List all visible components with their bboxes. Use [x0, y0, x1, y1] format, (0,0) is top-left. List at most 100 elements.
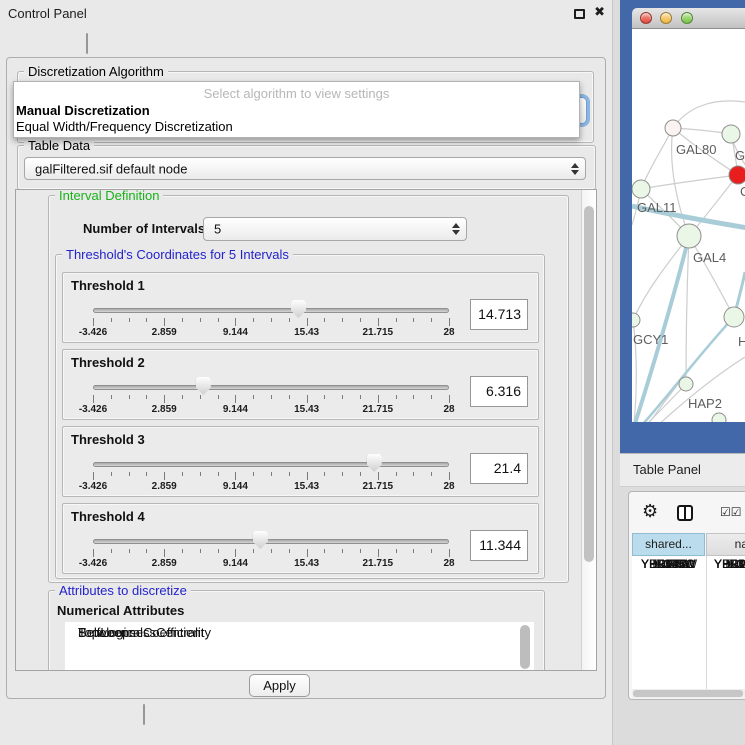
dropdown-item-manual-discretization[interactable]: Manual Discretization: [16, 103, 150, 118]
column-header-shared-name[interactable]: shared...: [632, 533, 705, 556]
settings-scroll-viewport: Interval Definition Number of Intervals …: [15, 189, 597, 671]
tick-label: 28: [443, 481, 454, 492]
interval-definition-group: Interval Definition Number of Intervals …: [48, 195, 569, 583]
tick-label: 2.859: [152, 404, 177, 415]
edge-path[interactable]: [689, 236, 734, 317]
tick-mark: [129, 318, 130, 322]
number-of-intervals-combobox[interactable]: 5: [203, 217, 467, 241]
tick-mark: [253, 318, 254, 322]
tick-label: 21.715: [363, 481, 394, 492]
tick-mark: [342, 472, 343, 476]
threshold-value-field[interactable]: 6.316: [470, 376, 528, 407]
dropdown-placeholder-item[interactable]: Select algorithm to view settings: [14, 86, 579, 101]
numerical-attributes-list: SelfLoopsTopologicalCoefficientBetweenne…: [65, 622, 534, 671]
tick-mark: [431, 549, 432, 553]
tick-mark: [235, 318, 236, 326]
tick-mark: [342, 549, 343, 553]
vertical-scrollbar[interactable]: [581, 190, 596, 670]
node-label: GCY1: [633, 332, 668, 347]
close-icon[interactable]: ✖: [594, 4, 605, 20]
dropdown-item-equal-width-frequency[interactable]: Equal Width/Frequency Discretization: [16, 119, 233, 134]
tick-mark: [449, 318, 450, 326]
tick-label: 9.144: [223, 404, 248, 415]
tab-impute-data[interactable]: Impute Data: [144, 705, 145, 720]
slider-track[interactable]: [93, 308, 449, 313]
horizontal-scrollbar[interactable]: [632, 689, 745, 698]
tick-mark: [271, 395, 272, 399]
vertical-scrollbar-thumb[interactable]: [584, 206, 594, 562]
tab-infer-network[interactable]: Infer Network: [144, 705, 145, 720]
split-view-icon[interactable]: [677, 505, 693, 521]
minimize-traffic-light-icon[interactable]: [660, 12, 672, 24]
slider-tick-labels: -3.4262.8599.14415.4321.71528: [93, 481, 450, 493]
tick-mark: [93, 318, 94, 326]
apply-button[interactable]: Apply: [249, 674, 310, 697]
slider-handle[interactable]: [367, 454, 382, 472]
gear-icon[interactable]: ⚙: [642, 501, 658, 522]
cell-name: YIL0: [714, 557, 739, 571]
threshold-label: Threshold 2: [71, 355, 145, 370]
slider-handle[interactable]: [253, 531, 268, 549]
node-label: GAL4: [693, 250, 726, 265]
slider-track[interactable]: [93, 539, 449, 544]
tick-mark: [182, 549, 183, 553]
edge-path[interactable]: [633, 236, 689, 320]
tab-jactivemnodules[interactable]: jActiveMNodules: [87, 34, 88, 49]
attribute-list-item[interactable]: BetweennessCentrality: [65, 624, 211, 641]
column-header-name[interactable]: na: [706, 533, 745, 556]
slider-handle[interactable]: [291, 300, 306, 318]
tick-mark: [253, 472, 254, 476]
network-node[interactable]: [665, 120, 681, 136]
network-node[interactable]: [632, 313, 640, 327]
highlighted-edge-path[interactable]: [632, 236, 689, 422]
tick-label: -3.426: [79, 481, 107, 492]
network-node[interactable]: [724, 307, 744, 327]
tab-discretize-data[interactable]: Discretize Data: [144, 705, 145, 720]
tick-mark: [129, 472, 130, 476]
number-of-intervals-label: Number of Intervals: [83, 221, 205, 236]
edge-path[interactable]: [673, 101, 745, 128]
tab-cyni-toolbox[interactable]: Cyni Toolbox: [87, 34, 88, 49]
tick-mark: [235, 549, 236, 557]
tick-mark: [164, 395, 165, 403]
node-label: HAP2: [688, 396, 722, 411]
network-node[interactable]: [722, 125, 740, 143]
threshold-value-field[interactable]: 21.4: [470, 453, 528, 484]
edge-path[interactable]: [641, 175, 738, 189]
network-node[interactable]: [677, 224, 701, 248]
tick-mark: [378, 549, 379, 557]
slider-handle[interactable]: [196, 377, 211, 395]
network-window-titlebar[interactable]: [632, 8, 745, 29]
list-scrollbar-thumb[interactable]: [520, 625, 530, 669]
tick-mark: [413, 318, 414, 322]
network-node[interactable]: [679, 377, 693, 391]
table-data-combobox[interactable]: galFiltered.sif default node: [24, 157, 586, 180]
node-label: C: [740, 184, 745, 199]
network-canvas[interactable]: GAL80GACGAL11GAL4GCY1HHAP2: [632, 29, 745, 422]
threshold-value-field[interactable]: 11.344: [470, 530, 528, 561]
edge-path[interactable]: [686, 236, 689, 384]
select-columns-checkboxes-icon[interactable]: ☑☑: [720, 505, 742, 519]
tab-style[interactable]: Style: [87, 34, 88, 49]
tick-mark: [218, 549, 219, 553]
tab-network[interactable]: Network: [87, 34, 88, 49]
float-window-icon[interactable]: [574, 9, 585, 19]
tick-label: 15.43: [294, 481, 319, 492]
tab-select[interactable]: Select: [87, 34, 88, 49]
tick-mark: [93, 472, 94, 480]
slider-track[interactable]: [93, 462, 449, 467]
tick-mark: [271, 549, 272, 553]
tick-mark: [182, 395, 183, 399]
horizontal-scrollbar-thumb[interactable]: [633, 690, 743, 697]
tick-label: 28: [443, 558, 454, 569]
slider-track[interactable]: [93, 385, 449, 390]
network-node[interactable]: [729, 166, 745, 184]
tick-mark: [289, 318, 290, 322]
network-node[interactable]: [632, 180, 650, 198]
network-node[interactable]: [712, 413, 726, 422]
zoom-traffic-light-icon[interactable]: [681, 12, 693, 24]
edge-path[interactable]: [641, 128, 673, 189]
close-traffic-light-icon[interactable]: [640, 12, 652, 24]
threshold-value-field[interactable]: 14.713: [470, 299, 528, 330]
table-data-label: Table Data: [24, 138, 94, 153]
